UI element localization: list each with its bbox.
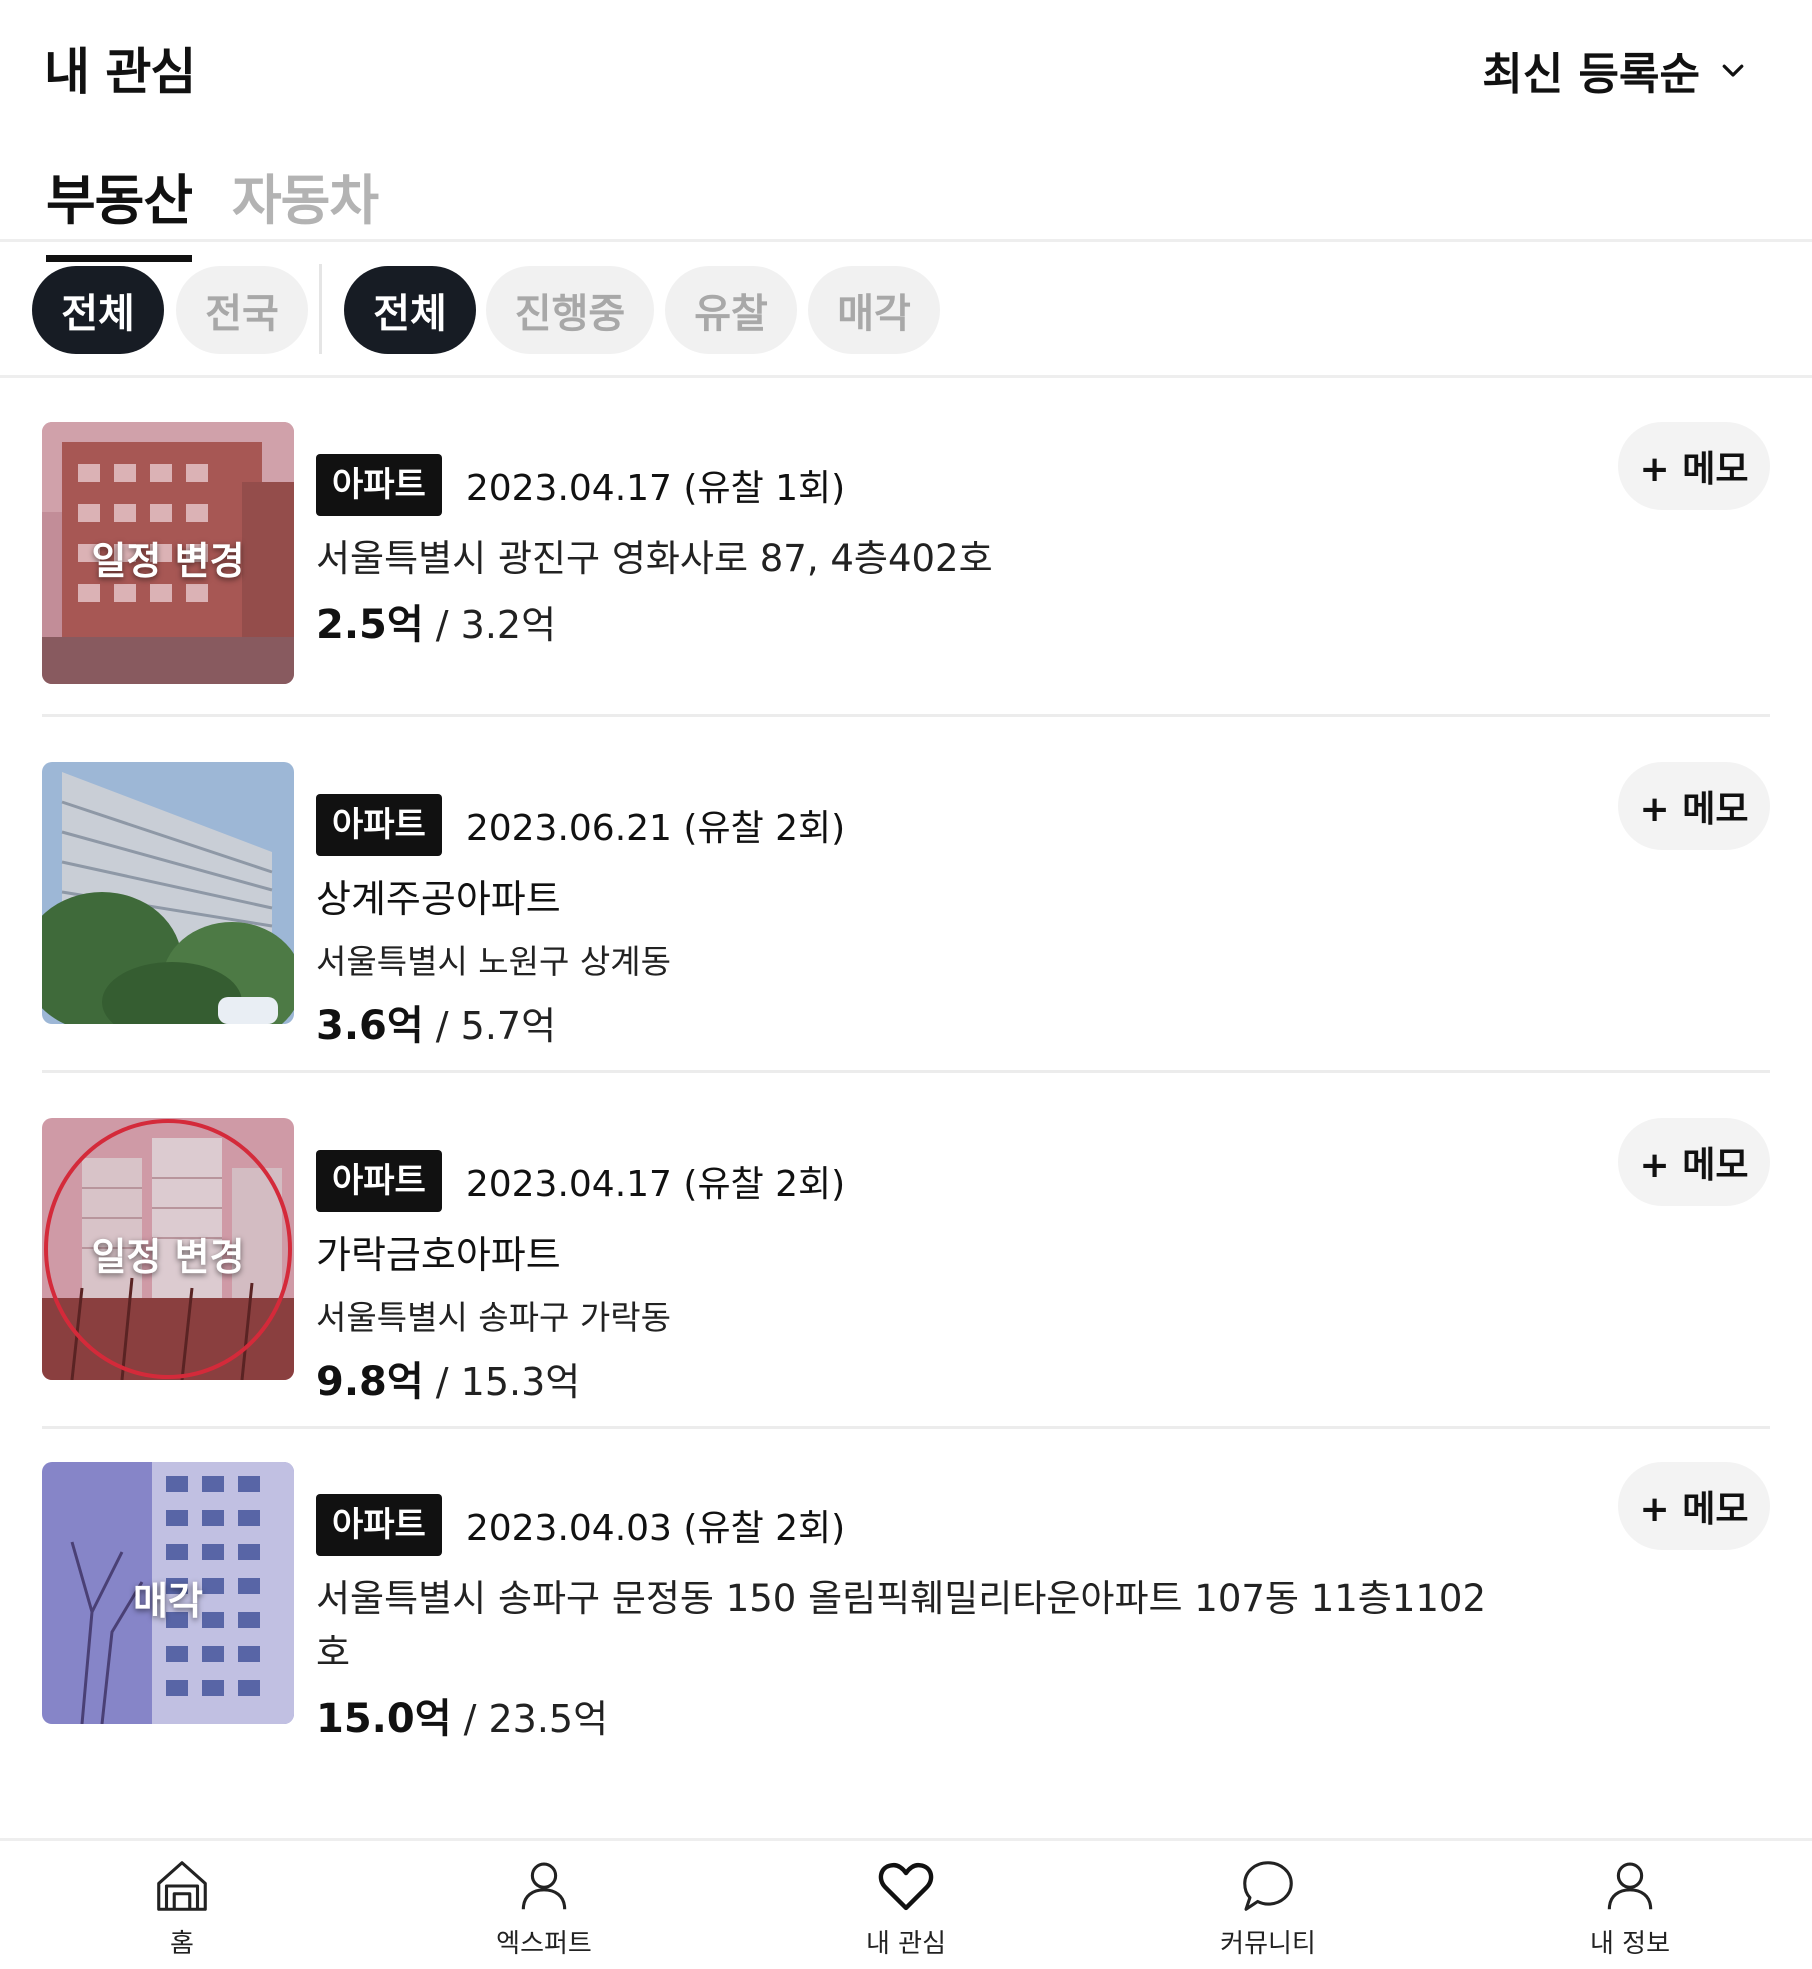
thumbnail-status-label: 매각 — [133, 1579, 203, 1623]
appraisal-price: 3.2억 — [460, 603, 557, 647]
appraisal-price: 23.5억 — [488, 1697, 609, 1741]
minimum-price: 2.5억 — [316, 602, 424, 648]
filter-status-sold[interactable]: 매각 — [808, 266, 940, 354]
list-divider — [42, 1426, 1770, 1429]
add-memo-button[interactable]: + 메모 — [1618, 1118, 1770, 1206]
property-address: 서울특별시 송파구 가락동 — [316, 1298, 671, 1337]
property-thumbnail[interactable]: 일정 변경 — [42, 422, 294, 684]
filter-bar: 전체 전국 전체 진행중 유찰 매각 — [0, 244, 1812, 378]
price-separator: / — [423, 1004, 461, 1048]
sort-dropdown[interactable]: 최신 등록순 — [1482, 38, 1748, 102]
price-row: 15.0억 / 23.5억 — [316, 1686, 1496, 1744]
nav-label: 엑스퍼트 — [496, 1929, 592, 1959]
property-type-badge: 아파트 — [316, 1150, 442, 1212]
property-thumbnail[interactable]: 일정 변경 — [42, 1118, 294, 1380]
bottom-navigation: 홈 엑스퍼트 내 관심 커뮤니티 내 정보 — [0, 1838, 1812, 1969]
nav-my-interest[interactable]: 내 관심 — [806, 1855, 1006, 1960]
thumbnail-status-label: 일정 변경 — [91, 539, 245, 583]
price-separator: / — [423, 603, 461, 647]
property-address: 서울특별시 노원구 상계동 — [316, 942, 671, 981]
chevron-down-icon — [1722, 64, 1744, 77]
thumbnail-status-label: 일정 변경 — [91, 1235, 245, 1279]
nav-home[interactable]: 홈 — [82, 1855, 282, 1960]
auction-date: 2023.04.17 (유찰 1회) — [465, 468, 846, 509]
header: 내 관심 최신 등록순 — [0, 0, 1812, 130]
minimum-price: 9.8억 — [316, 1359, 424, 1405]
filter-divider — [319, 264, 322, 354]
heart-icon — [878, 1862, 934, 1911]
property-address: 서울특별시 광진구 영화사로 87, 4층402호 — [316, 537, 993, 580]
filter-status-failed[interactable]: 유찰 — [665, 266, 797, 354]
appraisal-price: 15.3억 — [460, 1360, 581, 1404]
chat-bubble-icon — [1243, 1861, 1293, 1911]
tab-car[interactable]: 자동차 — [232, 156, 379, 255]
category-tabs: 부동산 자동차 — [0, 150, 1812, 262]
add-memo-button[interactable]: + 메모 — [1618, 1462, 1770, 1550]
auction-date: 2023.06.21 (유찰 2회) — [465, 808, 846, 849]
filter-status-in-progress[interactable]: 진행중 — [486, 266, 654, 354]
price-row: 2.5억 / 3.2억 — [316, 592, 1496, 650]
list-divider — [42, 714, 1770, 717]
filter-status-all[interactable]: 전체 — [344, 266, 476, 354]
nav-label: 커뮤니티 — [1220, 1929, 1316, 1959]
nav-label: 홈 — [170, 1929, 194, 1959]
list-divider — [42, 1070, 1770, 1073]
sort-label: 최신 등록순 — [1482, 49, 1700, 100]
property-type-badge: 아파트 — [316, 794, 442, 856]
list-item[interactable]: 아파트 2023.06.21 (유찰 2회) 상계주공아파트 서울특별시 노원구… — [42, 762, 1770, 1049]
minimum-price: 15.0억 — [316, 1696, 452, 1742]
home-icon — [157, 1861, 207, 1911]
auction-date: 2023.04.17 (유찰 2회) — [465, 1164, 846, 1205]
property-type-badge: 아파트 — [316, 454, 442, 516]
expert-icon — [521, 1862, 567, 1910]
filter-region-nationwide[interactable]: 전국 — [176, 266, 308, 354]
add-memo-button[interactable]: + 메모 — [1618, 762, 1770, 850]
property-type-badge: 아파트 — [316, 1494, 442, 1556]
price-separator: / — [423, 1360, 461, 1404]
auction-date: 2023.04.03 (유찰 2회) — [465, 1508, 846, 1549]
price-row: 9.8억 / 15.3억 — [316, 1349, 1496, 1407]
property-thumbnail[interactable] — [42, 762, 294, 1024]
property-thumbnail[interactable]: 매각 — [42, 1462, 294, 1724]
profile-icon — [1607, 1862, 1653, 1910]
property-name: 가락금호아파트 — [316, 1233, 561, 1277]
add-memo-button[interactable]: + 메모 — [1618, 422, 1770, 510]
appraisal-price: 5.7억 — [460, 1004, 557, 1048]
property-name: 상계주공아파트 — [316, 877, 561, 921]
nav-label: 내 정보 — [1589, 1929, 1671, 1959]
page-title: 내 관심 — [44, 43, 196, 101]
list-item[interactable]: 일정 변경 아파트 2023.04.17 (유찰 1회) 서울특별시 광진구 영… — [42, 422, 1770, 686]
item-info: 아파트 2023.04.17 (유찰 1회) 서울특별시 광진구 영화사로 87… — [316, 454, 1496, 650]
nav-expert[interactable]: 엑스퍼트 — [444, 1855, 644, 1960]
filter-region-all[interactable]: 전체 — [32, 266, 164, 354]
item-info: 아파트 2023.06.21 (유찰 2회) 상계주공아파트 서울특별시 노원구… — [316, 794, 1496, 1051]
item-info: 아파트 2023.04.03 (유찰 2회) 서울특별시 송파구 문정동 150… — [316, 1494, 1496, 1744]
list-item[interactable]: 일정 변경 아파트 2023.04.17 (유찰 2회) 가락금호아파트 서울특… — [42, 1118, 1770, 1405]
price-row: 3.6억 / 5.7억 — [316, 993, 1496, 1051]
list-item[interactable]: 매각 아파트 2023.04.03 (유찰 2회) 서울특별시 송파구 문정동 … — [42, 1462, 1770, 1742]
page: 내 관심 최신 등록순 부동산 자동차 전체 전국 전체 진행중 유찰 매각 일… — [0, 0, 1812, 1969]
minimum-price: 3.6억 — [316, 1003, 424, 1049]
property-photo — [42, 762, 294, 1024]
nav-community[interactable]: 커뮤니티 — [1168, 1855, 1368, 1960]
nav-my-info[interactable]: 내 정보 — [1530, 1855, 1730, 1960]
price-separator: / — [451, 1697, 489, 1741]
item-info: 아파트 2023.04.17 (유찰 2회) 가락금호아파트 서울특별시 송파구… — [316, 1150, 1496, 1407]
property-address: 서울특별시 송파구 문정동 150 올림픽훼밀리타운아파트 107동 11층11… — [316, 1577, 1487, 1674]
nav-label: 내 관심 — [865, 1929, 947, 1959]
